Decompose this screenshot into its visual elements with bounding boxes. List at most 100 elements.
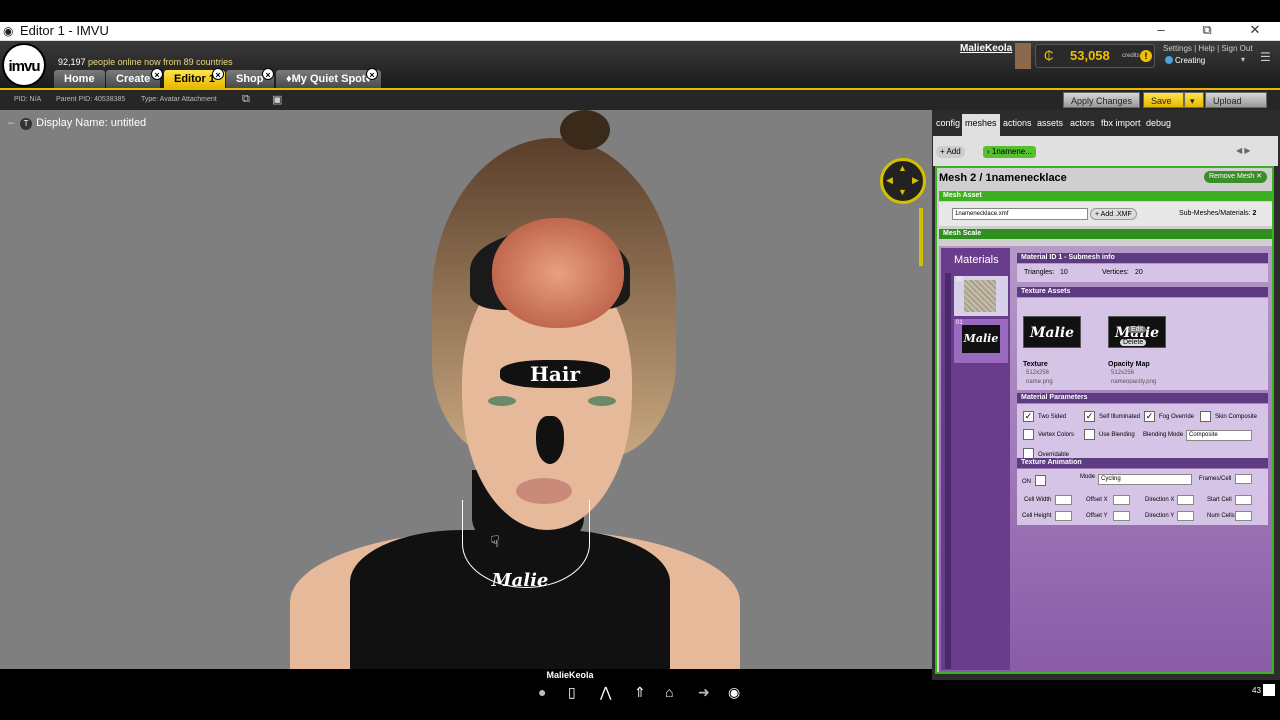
fog-override-checkbox[interactable]: ✓ — [1144, 411, 1155, 422]
hanger-icon[interactable]: ⋀ — [600, 684, 611, 701]
minimize-icon[interactable]: – — [1138, 22, 1184, 37]
skin-composite-checkbox[interactable] — [1200, 411, 1211, 422]
offset-y-input[interactable] — [1113, 511, 1130, 521]
opacity-file: nameopacity.png — [1111, 379, 1157, 385]
add-xmf-button[interactable]: + Add .XMF — [1090, 208, 1137, 220]
blending-mode-label: Blending Mode — [1143, 432, 1184, 438]
num-cells-input[interactable] — [1235, 511, 1252, 521]
blending-mode-select[interactable]: Composite — [1186, 430, 1252, 441]
arrow-up-icon[interactable]: ▲ — [898, 163, 907, 173]
corner-icon[interactable] — [1263, 684, 1275, 696]
mesh-asset-header[interactable]: Mesh Asset — [939, 191, 1272, 201]
camera-nav-control[interactable]: ▲ ▼ ◀ ▶ — [880, 158, 926, 204]
tab-config[interactable]: config — [933, 114, 963, 132]
delete-button[interactable]: Delete — [1120, 339, 1147, 346]
close-tab-icon[interactable]: × — [212, 68, 224, 80]
remove-mesh-button[interactable]: Remove Mesh ✕ — [1204, 171, 1267, 183]
close-tab-icon[interactable]: × — [151, 68, 163, 80]
texture-file: name.png — [1026, 379, 1053, 385]
add-mesh-button[interactable]: + Add — [936, 146, 965, 158]
upload-button[interactable]: Upload — [1205, 92, 1267, 108]
display-name[interactable]: – T Display Name: untitled — [8, 117, 146, 130]
outfit-icon[interactable]: ▯ — [568, 684, 576, 701]
scroll-arrows-icon[interactable]: ◀ ▶ — [1236, 146, 1251, 155]
status-dropdown[interactable]: Creating — [1175, 56, 1205, 65]
app-icon: ◉ — [3, 24, 14, 38]
add-credits-icon[interactable]: ! — [1140, 50, 1152, 62]
edit-button[interactable]: Edit — [1128, 326, 1147, 333]
apply-changes-button[interactable]: Apply Changes — [1063, 92, 1141, 108]
window-icon[interactable]: ⧉ — [242, 93, 250, 106]
xmf-select[interactable]: 1namenecklace.xmf — [952, 208, 1088, 220]
texture-assets-section: Malie Malie Edit Delete Texture 512x256 … — [1017, 298, 1268, 390]
home-icon[interactable]: ⌂ — [665, 684, 673, 700]
pid-label: PID: N/A — [14, 96, 42, 103]
username-link[interactable]: MalieKeola — [960, 43, 1012, 54]
tab-meshes[interactable]: meshes — [962, 114, 1000, 136]
texture-thumbnail[interactable]: Malie — [1023, 316, 1081, 348]
imvu-logo[interactable]: imvu — [2, 43, 46, 87]
camera-icon[interactable]: ◉ — [728, 684, 740, 701]
texture-animation-header[interactable]: Texture Animation — [1017, 458, 1268, 468]
start-cell-input[interactable] — [1235, 495, 1252, 505]
material-item-selected[interactable]: 01 Malie — [954, 319, 1008, 363]
materials-scrollbar[interactable] — [945, 273, 951, 669]
direction-x-input[interactable] — [1177, 495, 1194, 505]
chevron-down-icon[interactable]: ▾ — [1241, 55, 1245, 64]
arrow-left-icon[interactable]: ◀ — [886, 175, 893, 186]
credits-box[interactable]: ₵ 53,058 credits ! — [1035, 44, 1155, 68]
save-button[interactable]: Save — [1143, 92, 1184, 108]
cell-height-input[interactable] — [1055, 511, 1072, 521]
frames-cell-input[interactable] — [1235, 474, 1252, 484]
offset-x-input[interactable] — [1113, 495, 1130, 505]
use-blending-checkbox[interactable] — [1084, 429, 1095, 440]
tab-assets[interactable]: assets — [1034, 114, 1066, 132]
on-checkbox[interactable] — [1035, 475, 1046, 486]
material-number: 00 — [956, 277, 963, 283]
tab-debug[interactable]: debug — [1143, 114, 1174, 132]
menu-icon[interactable]: ☰ — [1260, 50, 1271, 64]
mode-select[interactable]: Cycling — [1098, 474, 1192, 485]
offset-y-label: Offset Y — [1086, 513, 1108, 519]
texture-assets-header[interactable]: Texture Assets — [1017, 287, 1268, 297]
avatar[interactable] — [1015, 43, 1031, 69]
mesh-scale-header[interactable]: Mesh Scale — [939, 229, 1272, 239]
submesh-label: Sub-Meshes/Materials: — [1179, 210, 1251, 217]
tab-fbx-import[interactable]: fbx import — [1098, 114, 1144, 132]
two-sided-checkbox[interactable]: ✓ — [1023, 411, 1034, 422]
tab-actors[interactable]: actors — [1067, 114, 1098, 132]
chat-icon[interactable]: ● — [538, 684, 546, 700]
3d-viewport[interactable]: Hair Malie ☟ — [0, 110, 932, 669]
close-tab-icon[interactable]: × — [366, 68, 378, 80]
tab-actions[interactable]: actions — [1000, 114, 1035, 132]
folder-icon[interactable]: ▣ — [272, 93, 282, 106]
arrow-down-icon[interactable]: ▼ — [898, 187, 907, 197]
use-blending-label: Use Blending — [1099, 432, 1135, 438]
triangles-label: Triangles: — [1024, 269, 1055, 276]
material-info-header[interactable]: Material ID 1 - Submesh info — [1017, 253, 1268, 263]
material-params-header[interactable]: Material Parameters — [1017, 393, 1268, 403]
parent-pid-label: Parent PID: 40538385 — [56, 96, 126, 103]
save-dropdown-icon[interactable]: ▾ — [1184, 92, 1204, 108]
pose-icon[interactable]: ⇑ — [634, 684, 646, 701]
restore-icon[interactable]: ⧉ — [1184, 22, 1230, 38]
opacity-label: Opacity Map — [1108, 361, 1150, 368]
close-icon[interactable]: ✕ — [1232, 22, 1278, 38]
action-icon[interactable]: ➜ — [698, 684, 710, 701]
tab-home[interactable]: Home — [54, 70, 105, 88]
collapse-icon[interactable]: – — [8, 117, 14, 129]
vertex-colors-label: Vertex Colors — [1038, 432, 1075, 438]
add-mesh-label: Add — [946, 147, 961, 156]
material-item[interactable]: 00 — [954, 276, 1008, 316]
vertex-colors-checkbox[interactable] — [1023, 429, 1034, 440]
self-illuminated-checkbox[interactable]: ✓ — [1084, 411, 1095, 422]
credits-amount: 53,058 — [1070, 48, 1110, 63]
arrow-right-icon[interactable]: ▶ — [912, 175, 919, 186]
zoom-slider[interactable] — [919, 208, 923, 266]
account-links[interactable]: Settings | Help | Sign Out — [1163, 44, 1253, 53]
mesh-chip[interactable]: › 1namene... — [983, 146, 1036, 158]
cell-width-input[interactable] — [1055, 495, 1072, 505]
close-tab-icon[interactable]: × — [262, 68, 274, 80]
cell-height-label: Cell Height — [1022, 513, 1052, 519]
direction-y-input[interactable] — [1177, 511, 1194, 521]
